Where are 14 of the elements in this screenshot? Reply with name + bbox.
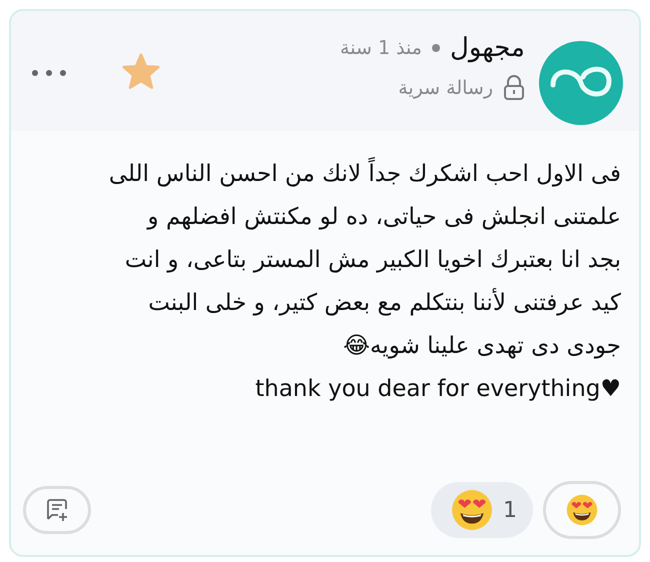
post-time: منذ 1 سنة bbox=[340, 37, 422, 59]
heart-eyes-face-icon bbox=[566, 494, 598, 526]
heart-eyes-face-icon bbox=[451, 489, 493, 531]
message-text: فى الاول احب اشكرك جداً لانك من احسن الناس اللى علمتنى انجلش فى حياتى، ده لو مكنتش افضلهم و بجد انا بعتبرك اخويا الكبير مش المستر بتاعى، و انت كيد عرفتنى لأننا بنتكلم مع بعض كتير، و خلى البنت جودى دى تهدى علينا شويه😂 thank you dear for everything♥ bbox=[23, 153, 621, 481]
reaction-button[interactable]: 1 bbox=[431, 482, 533, 538]
lock-icon bbox=[503, 75, 525, 101]
privacy-label: رسالة سرية bbox=[398, 77, 493, 99]
author-name: مجهول bbox=[450, 33, 525, 63]
more-icon[interactable] bbox=[31, 69, 67, 77]
star-icon[interactable] bbox=[121, 53, 161, 91]
separator-dot bbox=[432, 44, 440, 52]
comment-button[interactable] bbox=[23, 486, 91, 534]
avatar-icon bbox=[539, 41, 623, 125]
add-comment-icon bbox=[44, 497, 70, 523]
